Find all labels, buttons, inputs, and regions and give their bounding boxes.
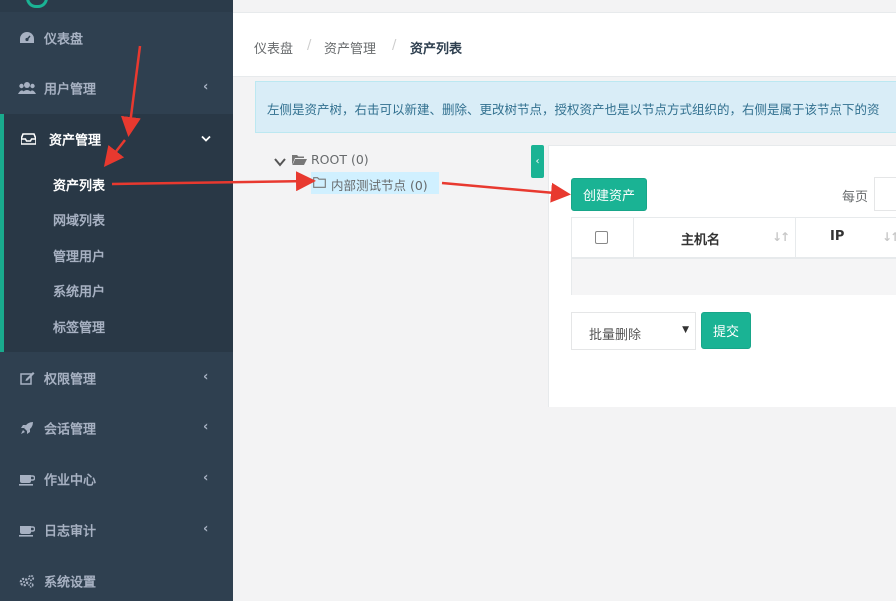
breadcrumb-dashboard[interactable]: 仪表盘 bbox=[254, 38, 293, 57]
subitem-asset-list[interactable]: 资产列表 bbox=[53, 175, 105, 194]
caret-down-icon: ▼ bbox=[682, 325, 689, 335]
chevron-left-icon: ‹ bbox=[203, 79, 209, 95]
info-alert: 左侧是资产树，右击可以新建、删除、更改树节点，授权资产也是以节点方式组织的，右侧… bbox=[255, 81, 896, 133]
folder-open-icon bbox=[292, 154, 307, 169]
folder-icon bbox=[313, 176, 326, 191]
sort-icon: ↓↑ bbox=[882, 230, 896, 244]
inbox-icon bbox=[19, 130, 37, 148]
subitem-domain-list[interactable]: 网域列表 bbox=[53, 210, 105, 229]
subitem-system-users[interactable]: 系统用户 bbox=[53, 281, 105, 300]
sidebar-item-sessions[interactable]: 会话管理 ‹ bbox=[0, 403, 233, 453]
sort-icon: ↓↑ bbox=[772, 230, 790, 244]
breadcrumb-separator: / bbox=[392, 38, 397, 53]
table-header-select bbox=[572, 218, 634, 257]
sidebar-item-audit[interactable]: 日志审计 ‹ bbox=[0, 505, 233, 555]
sidebar-item-label: 系统设置 bbox=[44, 575, 97, 591]
table-header-ip[interactable]: IP ↓↑ bbox=[796, 218, 896, 257]
logo-strip bbox=[0, 0, 233, 12]
table-header-label: IP bbox=[830, 229, 845, 244]
chevron-left-icon: ‹ bbox=[203, 521, 209, 537]
tree-root-label: ROOT (0) bbox=[311, 152, 369, 167]
dashboard-icon bbox=[18, 29, 36, 47]
coffee-icon bbox=[18, 470, 36, 488]
bulk-action-select[interactable]: 批量删除 ▼ bbox=[571, 312, 696, 350]
chevron-down-icon bbox=[201, 132, 211, 147]
users-icon bbox=[18, 79, 36, 97]
top-navbar bbox=[233, 0, 896, 13]
breadcrumb-separator: / bbox=[307, 38, 312, 53]
tree-collapse-toggle[interactable]: ‹ bbox=[531, 145, 544, 178]
per-page-select[interactable] bbox=[874, 177, 896, 211]
sidebar-item-jobs[interactable]: 作业中心 ‹ bbox=[0, 454, 233, 504]
sidebar-item-label: 会话管理 bbox=[44, 422, 97, 438]
submit-button[interactable]: 提交 bbox=[701, 312, 751, 349]
caret-down-icon[interactable] bbox=[274, 155, 286, 170]
breadcrumb-current: 资产列表 bbox=[410, 42, 463, 57]
sidebar-item-settings[interactable]: 系统设置 bbox=[0, 556, 233, 601]
logo-icon bbox=[26, 0, 48, 8]
table-header-row: 主机名 ↓↑ IP ↓↑ bbox=[572, 218, 896, 259]
table-header-hostname[interactable]: 主机名 ↓↑ bbox=[634, 218, 796, 257]
sidebar-item-label: 资产管理 bbox=[49, 133, 102, 149]
sidebar-item-label: 作业中心 bbox=[44, 473, 97, 489]
select-all-checkbox[interactable] bbox=[595, 231, 608, 244]
coffee-icon bbox=[18, 521, 36, 539]
sidebar-item-label: 权限管理 bbox=[44, 372, 97, 388]
edit-icon bbox=[18, 369, 36, 387]
subitem-admin-users[interactable]: 管理用户 bbox=[53, 246, 105, 265]
table-header-label: 主机名 bbox=[681, 233, 721, 248]
sidebar-item-label: 仪表盘 bbox=[44, 32, 84, 48]
sidebar-item-dashboard[interactable]: 仪表盘 bbox=[0, 13, 233, 63]
sidebar-group-assets: 资产管理 资产列表 网域列表 管理用户 系统用户 标签管理 bbox=[0, 114, 233, 352]
breadcrumb: 仪表盘 / 资产管理 / 资产列表 bbox=[233, 13, 896, 77]
asset-table: 主机名 ↓↑ IP ↓↑ bbox=[571, 217, 896, 295]
bulk-action-value: 批量删除 bbox=[589, 328, 642, 343]
tree-child-label: 内部测试节点 (0) bbox=[331, 178, 428, 193]
create-asset-button[interactable]: 创建资产 bbox=[571, 178, 647, 211]
chevron-left-icon: ‹ bbox=[203, 369, 209, 385]
subitem-labels[interactable]: 标签管理 bbox=[53, 317, 105, 336]
sidebar-item-permissions[interactable]: 权限管理 ‹ bbox=[0, 353, 233, 403]
chevron-left-icon: ‹ bbox=[203, 470, 209, 486]
gears-icon bbox=[18, 572, 36, 590]
sidebar-item-assets[interactable]: 资产管理 bbox=[4, 114, 233, 164]
sidebar: 仪表盘 用户管理 ‹ 资产管理 资产列表 网域列表 管理用户 系统用户 标签管理… bbox=[0, 0, 233, 601]
rocket-icon bbox=[18, 419, 36, 437]
chevron-left-icon: ‹ bbox=[203, 419, 209, 435]
breadcrumb-assets[interactable]: 资产管理 bbox=[324, 38, 376, 57]
sidebar-item-label: 用户管理 bbox=[44, 82, 97, 98]
sidebar-item-users[interactable]: 用户管理 ‹ bbox=[0, 63, 233, 113]
per-page-label: 每页 bbox=[842, 190, 869, 205]
sidebar-item-label: 日志审计 bbox=[44, 524, 97, 540]
info-alert-text: 左侧是资产树，右击可以新建、删除、更改树节点，授权资产也是以节点方式组织的，右侧… bbox=[267, 102, 880, 117]
table-row bbox=[572, 259, 896, 295]
